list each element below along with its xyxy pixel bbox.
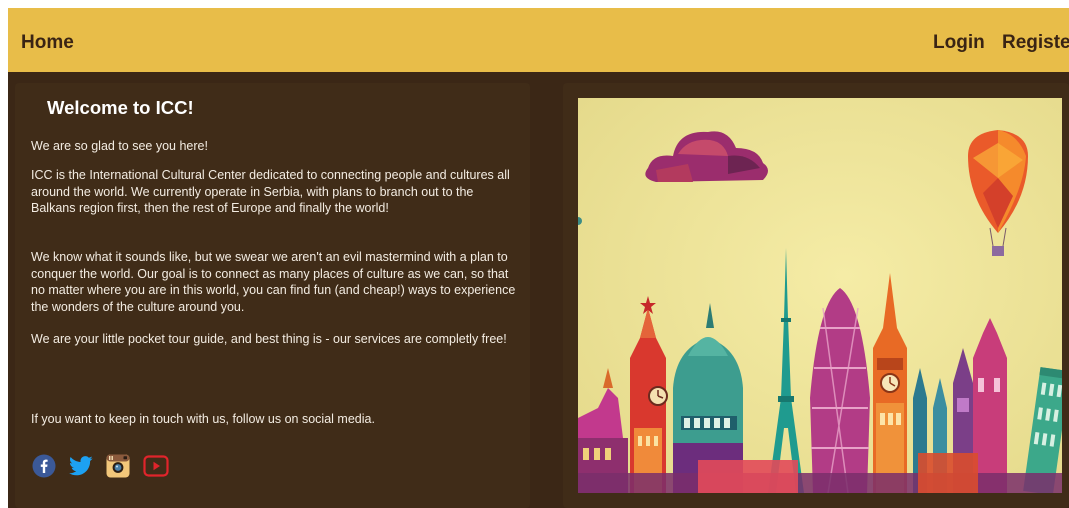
nav-login-link[interactable]: Login xyxy=(933,32,985,53)
welcome-title: Welcome to ICC! xyxy=(47,97,194,118)
social-links xyxy=(32,454,169,483)
pricing-paragraph: We are your little pocket tour guide, an… xyxy=(31,332,507,346)
nav-auth-links: Login Register xyxy=(933,32,1069,54)
instagram-icon[interactable] xyxy=(106,454,130,483)
nav-home-link[interactable]: Home xyxy=(21,32,74,54)
mission-paragraph: We know what it sounds like, but we swea… xyxy=(31,250,516,314)
page-frame: Home Login Register Welcome to ICC! We a… xyxy=(8,8,1069,508)
top-navbar: Home Login Register xyxy=(8,8,1069,72)
welcome-paragraph: We are so glad to see you here! xyxy=(31,139,208,153)
youtube-icon[interactable] xyxy=(143,454,169,483)
world-landmarks-illustration xyxy=(578,98,1062,493)
facebook-icon[interactable] xyxy=(32,454,56,483)
social-prompt: If you want to keep in touch with us, fo… xyxy=(31,412,375,426)
about-paragraph: ICC is the International Cultural Center… xyxy=(31,168,510,215)
illustration-panel xyxy=(563,83,1069,508)
welcome-panel: Welcome to ICC! We are so glad to see yo… xyxy=(15,83,530,508)
twitter-icon[interactable] xyxy=(69,455,93,482)
nav-register-link[interactable]: Register xyxy=(1002,32,1069,53)
